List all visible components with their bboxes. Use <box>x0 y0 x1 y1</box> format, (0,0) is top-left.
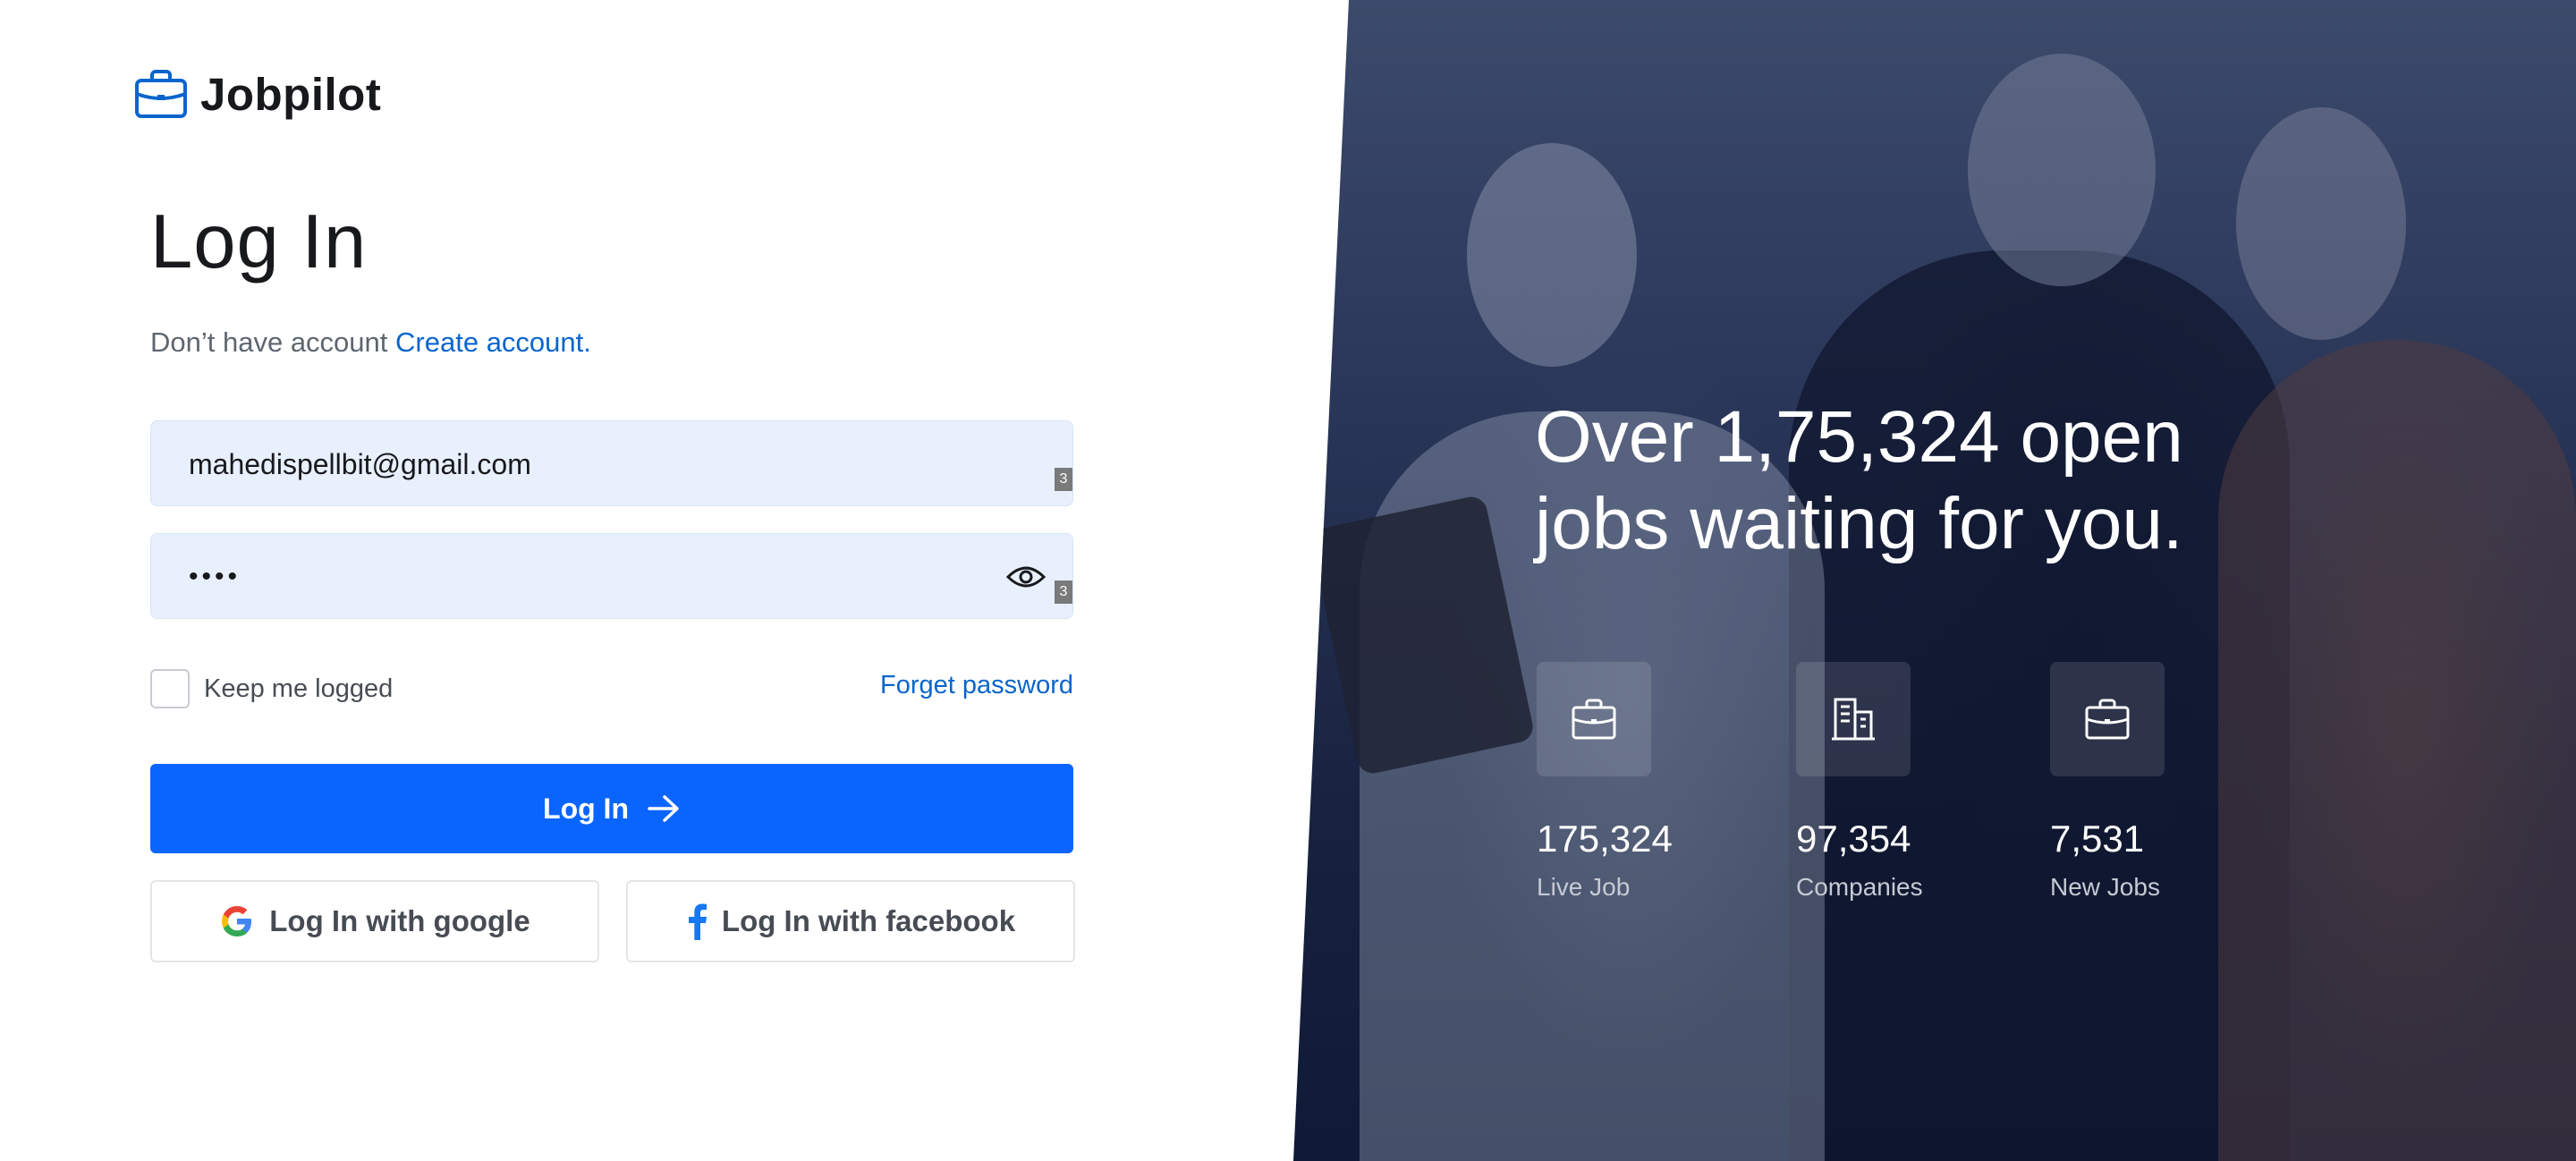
signup-prompt-text: Don’t have account <box>150 326 388 358</box>
stat-icon-box <box>2050 662 2165 776</box>
stat-value: 175,324 <box>1537 818 1673 860</box>
stat-new-jobs: 7,531 New Jobs <box>2050 662 2165 902</box>
facebook-login-label: Log In with facebook <box>721 904 1016 937</box>
briefcase-icon <box>1572 699 1616 740</box>
stat-label: Live Job <box>1537 873 1631 901</box>
facebook-login-button[interactable]: Log In with facebook <box>626 880 1075 962</box>
email-counter-badge: 3 <box>1055 468 1072 491</box>
forget-password-link[interactable]: Forget password <box>880 671 1073 700</box>
brand-logo[interactable]: Jobpilot <box>134 68 381 120</box>
hero-photo-person <box>2236 107 2406 340</box>
stat-icon-box <box>1537 662 1651 776</box>
google-icon <box>222 906 252 936</box>
google-login-label: Log In with google <box>269 904 530 937</box>
email-field[interactable]: mahedispellbit@gmail.com 3 <box>150 420 1073 506</box>
create-account-link[interactable]: Create account. <box>395 326 591 358</box>
password-field[interactable]: •••• 3 <box>150 533 1073 619</box>
briefcase-icon <box>135 70 187 118</box>
stat-live-jobs: 175,324 Live Job <box>1537 662 1673 902</box>
stat-label: New Jobs <box>2050 873 2160 901</box>
login-button-label: Log In <box>543 792 629 825</box>
keep-logged-checkbox[interactable] <box>150 669 190 708</box>
stat-label: Companies <box>1796 873 1923 901</box>
signup-prompt: Don’t have account Create account. <box>150 326 591 359</box>
keep-logged-label: Keep me logged <box>204 674 394 703</box>
stat-value: 7,531 <box>2050 818 2145 860</box>
hero-photo-person <box>1467 143 1637 367</box>
facebook-icon <box>688 903 707 940</box>
briefcase-icon <box>2085 699 2130 740</box>
google-login-button[interactable]: Log In with google <box>150 880 599 962</box>
password-counter-badge: 3 <box>1055 580 1072 604</box>
hero-headline: Over 1,75,324 open jobs waiting for you. <box>1535 396 2183 564</box>
stat-icon-box <box>1796 662 1911 776</box>
login-button[interactable]: Log In <box>150 764 1073 853</box>
page-title: Log In <box>150 199 368 284</box>
email-value: mahedispellbit@gmail.com <box>189 448 531 480</box>
password-value: •••• <box>189 562 242 591</box>
stat-value: 97,354 <box>1796 818 1911 860</box>
arrow-right-icon <box>648 795 679 822</box>
stat-companies: 97,354 Companies <box>1796 662 1923 902</box>
eye-icon[interactable] <box>1006 559 1046 595</box>
brand-name: Jobpilot <box>200 68 382 120</box>
hero-photo-person <box>1968 54 2156 286</box>
keep-logged-row: Keep me logged <box>150 669 393 708</box>
buildings-icon <box>1832 698 1875 741</box>
